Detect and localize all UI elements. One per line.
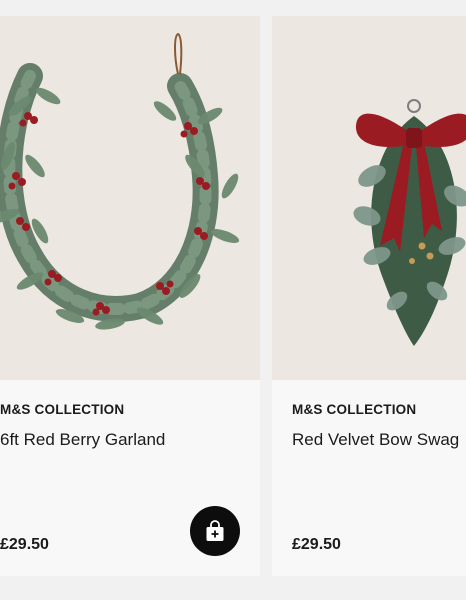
product-title[interactable]: Red Velvet Bow Swag <box>292 430 459 450</box>
product-title[interactable]: 6ft Red Berry Garland <box>0 430 165 450</box>
product-brand: M&S COLLECTION <box>292 402 417 417</box>
product-image-garland[interactable] <box>0 16 260 380</box>
wreath-swag-image <box>353 99 466 346</box>
product-carousel: M&S COLLECTION 6ft Red Berry Garland £29… <box>0 16 466 576</box>
product-card[interactable]: M&S COLLECTION Red Velvet Bow Swag £29.5… <box>272 16 466 576</box>
product-card[interactable]: M&S COLLECTION 6ft Red Berry Garland £29… <box>0 16 260 576</box>
garland-image <box>0 32 240 330</box>
product-brand: M&S COLLECTION <box>0 402 125 417</box>
product-image-bow-swag[interactable] <box>272 16 466 380</box>
product-price: £29.50 <box>292 536 341 553</box>
add-to-bag-button[interactable] <box>190 506 240 556</box>
shopping-bag-add-icon <box>206 520 224 541</box>
product-price: £29.50 <box>0 536 49 553</box>
